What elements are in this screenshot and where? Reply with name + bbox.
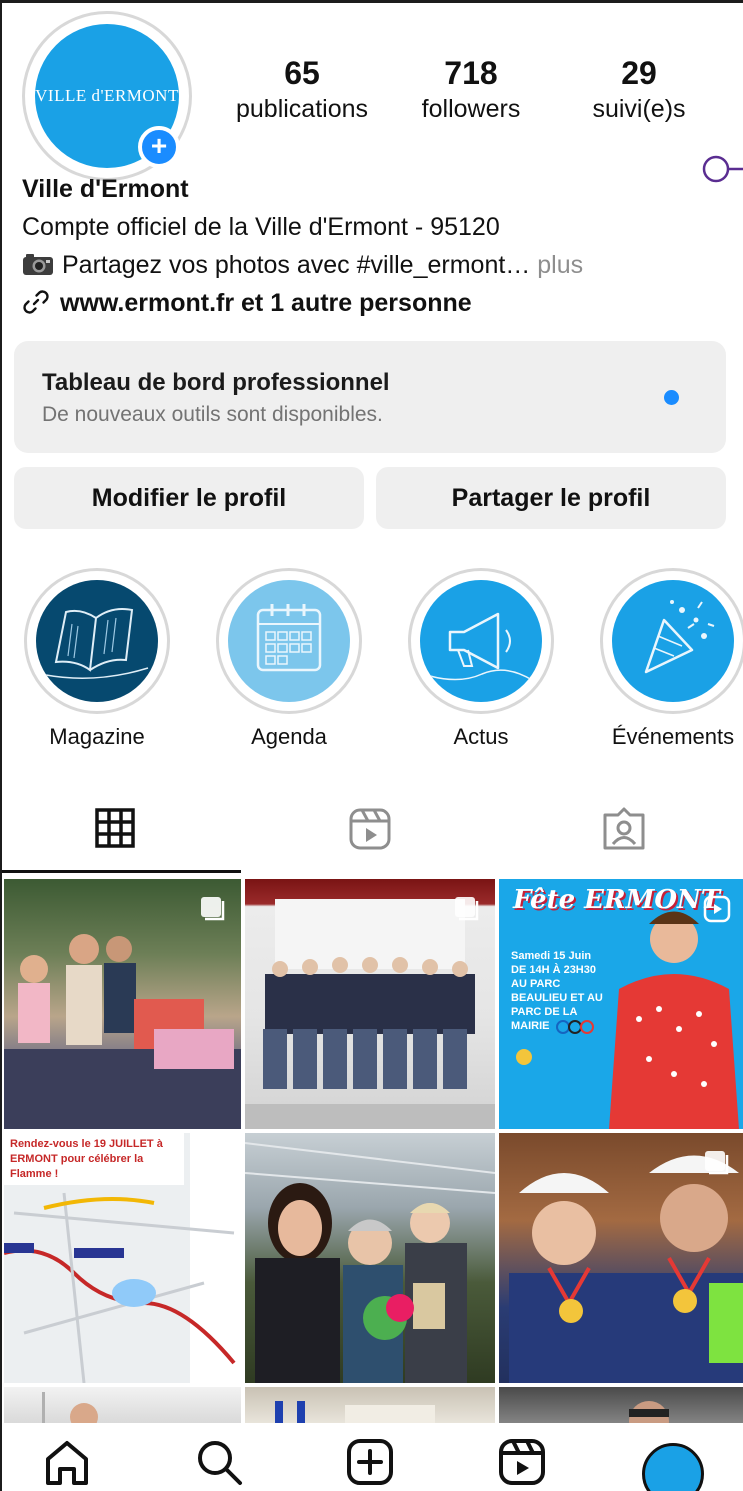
highlight-label: Magazine xyxy=(49,724,145,749)
side-handle-icon[interactable] xyxy=(701,155,743,185)
post-photo xyxy=(275,1401,435,1427)
carousel-icon xyxy=(453,895,481,923)
stat-publications[interactable]: 65 publications xyxy=(228,53,376,125)
link-text: www.ermont.fr et 1 autre personne xyxy=(60,289,472,317)
stat-followers[interactable]: 718 followers xyxy=(412,53,530,125)
post-photo xyxy=(245,1142,495,1383)
profile-link[interactable]: www.ermont.fr et 1 autre personne xyxy=(22,288,472,318)
add-story-icon[interactable]: + xyxy=(138,126,180,168)
post-tile[interactable] xyxy=(499,1133,743,1383)
party-popper-icon xyxy=(644,600,715,674)
search-icon[interactable] xyxy=(194,1437,244,1487)
stat-label: followers xyxy=(421,95,521,123)
bio-text: Partagez vos photos avec #ville_ermont… xyxy=(62,251,531,279)
magazine-icon xyxy=(45,608,149,679)
bio-line-1: Compte officiel de la Ville d'Ermont - 9… xyxy=(22,213,500,241)
stat-value: 718 xyxy=(444,55,498,91)
highlight-agenda[interactable]: Agenda xyxy=(216,568,362,750)
highlight-label: Agenda xyxy=(251,724,327,749)
edit-profile-button[interactable]: Modifier le profil xyxy=(14,467,364,529)
tagged-icon[interactable] xyxy=(602,807,646,851)
stat-following[interactable]: 29 suivi(e)s xyxy=(584,53,694,125)
stat-label: publications xyxy=(235,95,369,123)
highlight-evenements[interactable]: Événements xyxy=(600,568,743,750)
post-tile[interactable] xyxy=(245,1133,495,1383)
post-tile[interactable] xyxy=(4,879,241,1129)
dashboard-subtitle: De nouveaux outils sont disponibles. xyxy=(42,403,383,426)
calendar-icon xyxy=(256,604,322,672)
post-map xyxy=(4,1133,241,1383)
notification-dot xyxy=(664,390,679,405)
bio-line-2: Partagez vos photos avec #ville_ermont… … xyxy=(22,251,583,280)
post-photo xyxy=(629,1401,669,1427)
post-tile[interactable] xyxy=(245,1387,495,1427)
reels-icon[interactable] xyxy=(497,1437,547,1487)
camera-icon xyxy=(23,254,53,275)
post-tile[interactable] xyxy=(4,1387,241,1427)
highlight-label: Actus xyxy=(453,724,509,749)
reel-icon xyxy=(703,895,731,923)
post-tile[interactable]: Fête ERMONT Samedi 15 Juin DE 14H À 23H3… xyxy=(499,879,743,1129)
link-icon xyxy=(23,290,49,314)
stat-value: 29 xyxy=(621,55,657,91)
carousel-icon xyxy=(199,895,227,923)
post-tile[interactable]: Rendez-vous le 19 JUILLET à ERMONT pour … xyxy=(4,1133,241,1383)
avatar-logo-text: VILLE d'ERMONT xyxy=(35,86,179,105)
active-tab-indicator xyxy=(2,870,241,873)
profile-icon[interactable] xyxy=(642,1443,704,1491)
profile-tabs xyxy=(2,793,743,875)
highlight-label: Événements xyxy=(611,724,735,749)
home-icon[interactable] xyxy=(42,1437,92,1487)
post-photo xyxy=(42,1392,98,1427)
bio-more-link[interactable]: plus xyxy=(530,251,583,279)
reels-tab-icon[interactable] xyxy=(348,807,392,851)
carousel-icon xyxy=(703,1149,731,1177)
stat-label: suivi(e)s xyxy=(592,95,686,123)
dashboard-title: Tableau de bord professionnel xyxy=(42,369,390,396)
post-tile[interactable] xyxy=(245,879,495,1129)
megaphone-icon xyxy=(429,612,533,681)
grid-icon[interactable] xyxy=(94,807,136,849)
professional-dashboard[interactable]: Tableau de bord professionnel De nouveau… xyxy=(14,341,726,453)
post-tile[interactable] xyxy=(499,1387,743,1427)
profile-screen: VILLE d'ERMONT + 65 publications 718 fol… xyxy=(0,0,743,1491)
profile-avatar[interactable]: VILLE d'ERMONT + xyxy=(22,11,192,181)
share-profile-button[interactable]: Partager le profil xyxy=(376,467,726,529)
highlight-magazine[interactable]: Magazine xyxy=(24,568,170,750)
profile-name: Ville d'Ermont xyxy=(22,175,189,203)
bottom-navigation xyxy=(2,1423,743,1491)
create-icon[interactable] xyxy=(345,1437,395,1487)
stat-value: 65 xyxy=(284,55,320,91)
highlight-actus[interactable]: Actus xyxy=(408,568,554,750)
